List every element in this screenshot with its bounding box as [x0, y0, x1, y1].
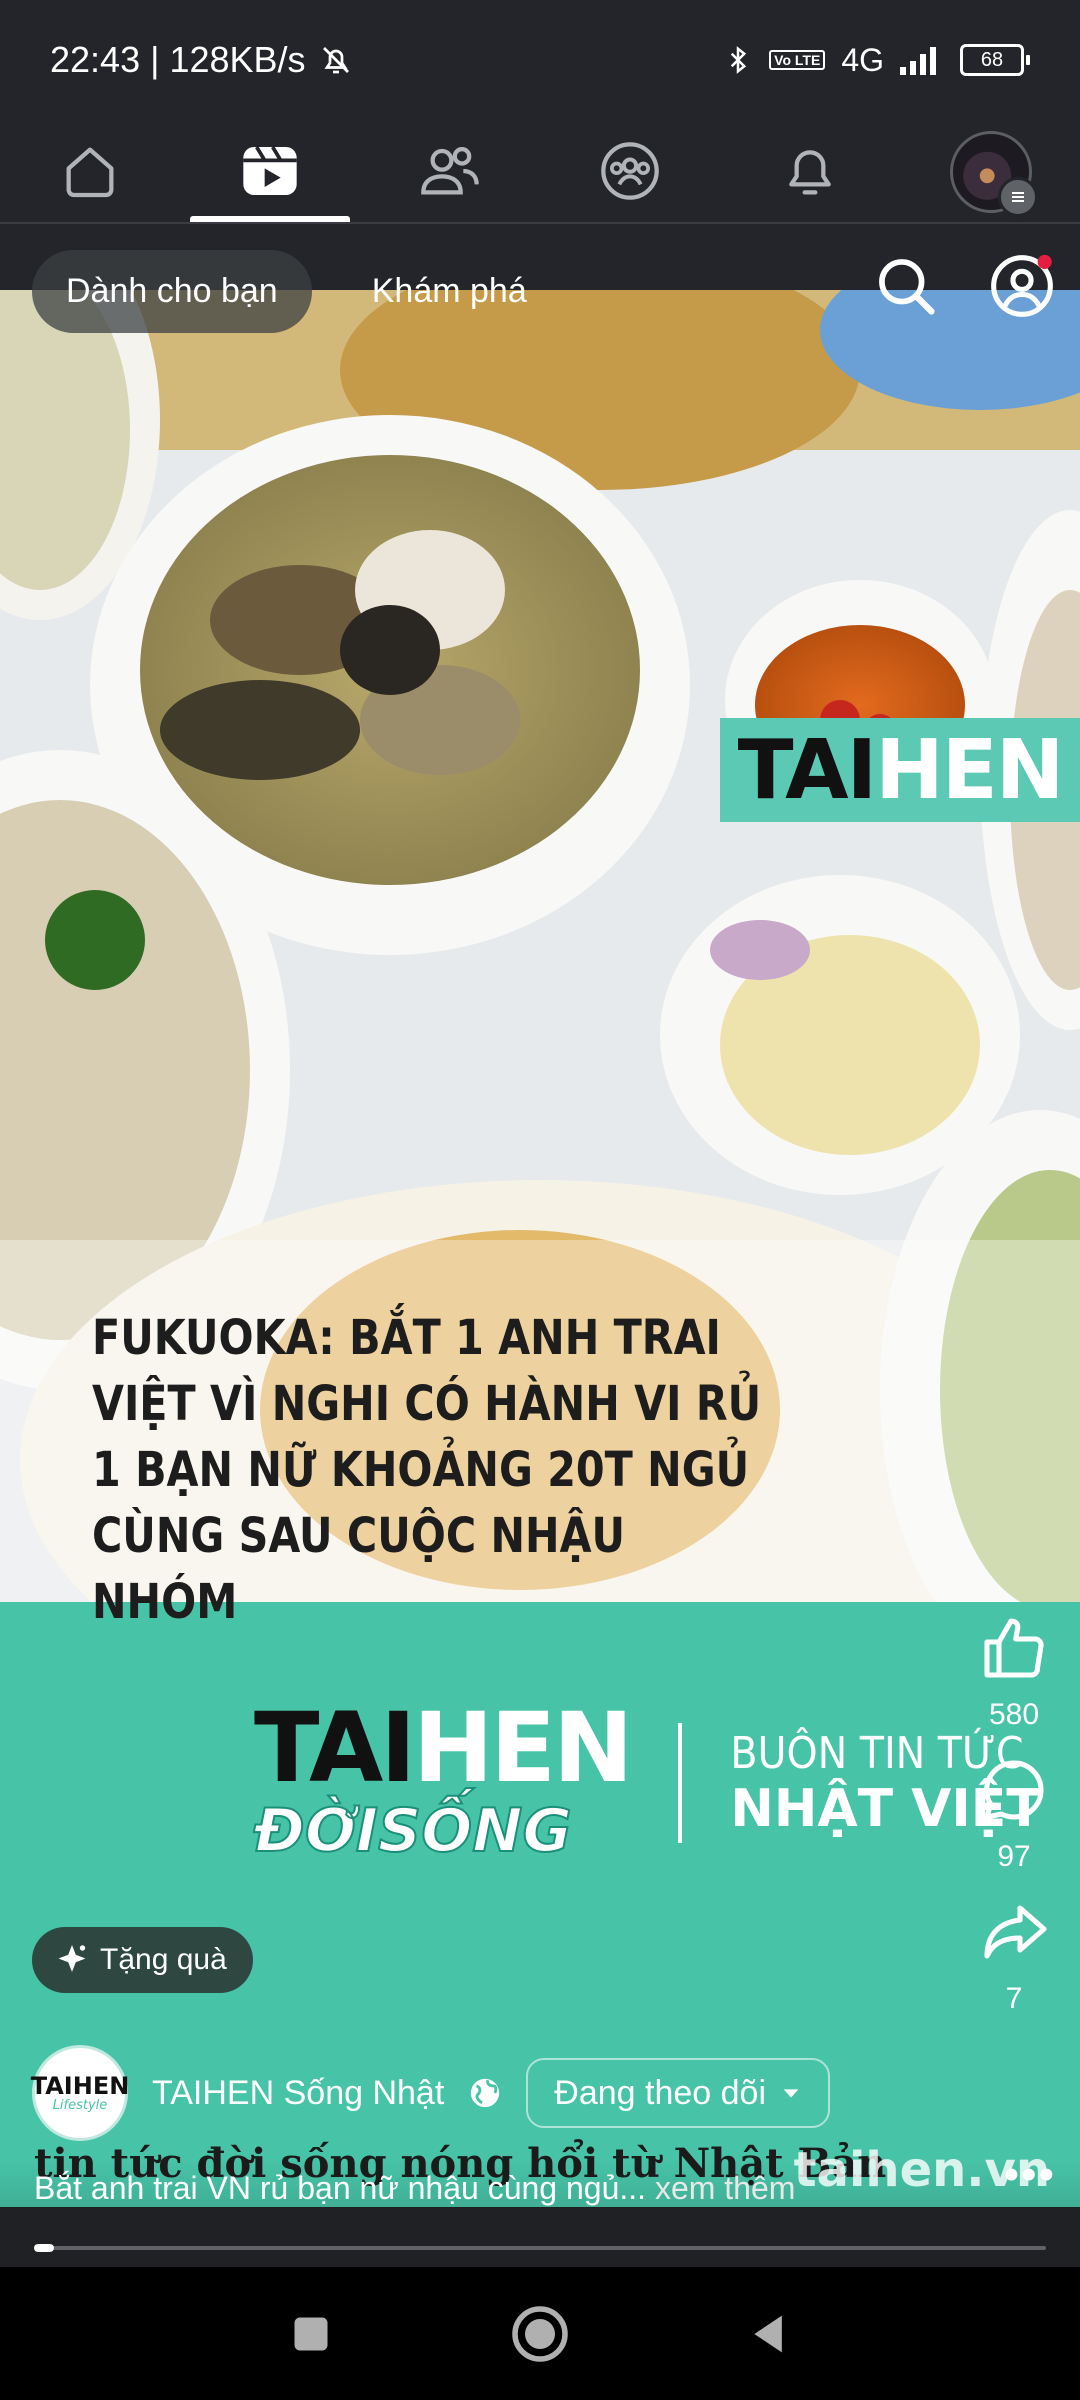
globe-icon: [471, 2078, 500, 2108]
status-right: Vo LTE 4G 68: [723, 42, 1030, 79]
gift-sparkle-icon: [58, 1945, 86, 1972]
tab-friends[interactable]: [360, 120, 540, 222]
logo-part1: TAI: [737, 722, 878, 818]
brand-logo: TAIHEN: [254, 1700, 633, 1796]
status-left: 22:43 | 128KB/s: [50, 39, 354, 81]
post-caption[interactable]: Bắt anh trai VN rủ bạn nữ nhậu cùng ngủ.…: [34, 2170, 795, 2207]
volte-badge: Vo LTE: [769, 50, 826, 70]
chevron-down-icon: [783, 2089, 799, 2098]
share-icon: [984, 1905, 1047, 1959]
top-navigation: [0, 120, 1080, 224]
menu-icon: [998, 177, 1038, 217]
brand-banner: TAIHEN ĐỜISỐNG BUÔN TIN TỨC NHẬT VIỆT: [253, 1700, 1042, 1867]
taihen-logo: TAI HEN: [720, 718, 1080, 822]
home-icon: [66, 147, 114, 198]
home-button-icon[interactable]: [510, 2304, 570, 2364]
tab-home[interactable]: [0, 120, 180, 222]
profile-settings-icon[interactable]: [988, 252, 1056, 320]
signal-icon: [900, 47, 936, 75]
share-action[interactable]: 7: [978, 1896, 1050, 2016]
like-count: 580: [988, 1698, 1040, 1731]
network-type: 4G: [841, 41, 884, 78]
brand-part2: HEN: [413, 1692, 633, 1804]
comment-count: 97: [997, 1840, 1031, 1873]
page-info: TAIHEN Lifestyle TAIHEN Sống Nhật Đang t…: [30, 2045, 831, 2141]
comment-icon: [984, 1760, 1044, 1820]
battery-icon: 68: [960, 44, 1030, 76]
following-label: Đang theo dõi: [554, 2073, 767, 2112]
back-icon[interactable]: [747, 2312, 791, 2356]
page-avatar-text: TAIHEN: [30, 2071, 130, 2100]
bell-icon: [789, 150, 831, 195]
mute-bell-icon: [322, 47, 349, 74]
reels-tabs: Dành cho bạn Khám phá: [32, 250, 561, 333]
brand-subtitle: ĐỜISỐNG: [253, 1795, 573, 1867]
profile-avatar: [950, 131, 1038, 217]
bluetooth-icon: [731, 46, 747, 74]
tab-for-you[interactable]: Dành cho bạn: [32, 250, 312, 333]
video-progress-fill: [34, 2244, 55, 2252]
video-progress-bar[interactable]: [34, 2244, 1046, 2252]
system-navigation: [0, 2267, 1080, 2400]
video-icon: [243, 146, 297, 195]
friends-icon: [421, 146, 479, 195]
search-icon[interactable]: [872, 252, 940, 320]
tab-groups[interactable]: [540, 120, 720, 222]
gift-label: Tặng quà: [100, 1943, 227, 1976]
tab-video[interactable]: [180, 120, 360, 222]
following-button[interactable]: Đang theo dõi: [526, 2058, 831, 2128]
logo-part2: HEN: [875, 722, 1064, 818]
more-options-icon[interactable]: •••: [1004, 2150, 1056, 2200]
brand-divider: [678, 1723, 683, 1843]
status-time-speed: 22:43 | 128KB/s: [50, 39, 306, 80]
post-caption-text: Bắt anh trai VN rủ bạn nữ nhậu cùng ngủ.…: [34, 2170, 647, 2206]
share-count: 7: [1005, 1982, 1023, 2015]
page-avatar[interactable]: TAIHEN Lifestyle: [30, 2045, 130, 2141]
tab-explore[interactable]: Khám phá: [338, 250, 561, 333]
like-icon: [984, 1618, 1044, 1678]
gift-button[interactable]: Tặng quà: [32, 1927, 253, 1993]
tab-profile[interactable]: [900, 120, 1080, 222]
groups-icon: [601, 142, 659, 200]
comment-action[interactable]: 97: [978, 1754, 1050, 1874]
reels-top-actions: [872, 252, 1056, 320]
status-bar: 22:43 | 128KB/s Vo LTE 4G 68: [0, 0, 1080, 120]
battery-level: 68: [960, 44, 1024, 76]
like-action[interactable]: 580: [978, 1612, 1050, 1732]
recents-icon[interactable]: [289, 2312, 333, 2356]
brand-part1: TAI: [254, 1692, 416, 1804]
video-headline: FUKUOKA: BẮT 1 ANH TRAI VIỆT VÌ NGHI CÓ …: [92, 1310, 762, 1630]
progress-area: [0, 2207, 1080, 2267]
reel-actions: 580 97 7: [974, 1612, 1054, 2038]
see-more-link[interactable]: xem thêm: [655, 2170, 795, 2206]
page-avatar-subtext: Lifestyle: [52, 2097, 108, 2113]
tab-notifications[interactable]: [720, 120, 900, 222]
page-name[interactable]: TAIHEN Sống Nhật: [152, 2074, 444, 2113]
